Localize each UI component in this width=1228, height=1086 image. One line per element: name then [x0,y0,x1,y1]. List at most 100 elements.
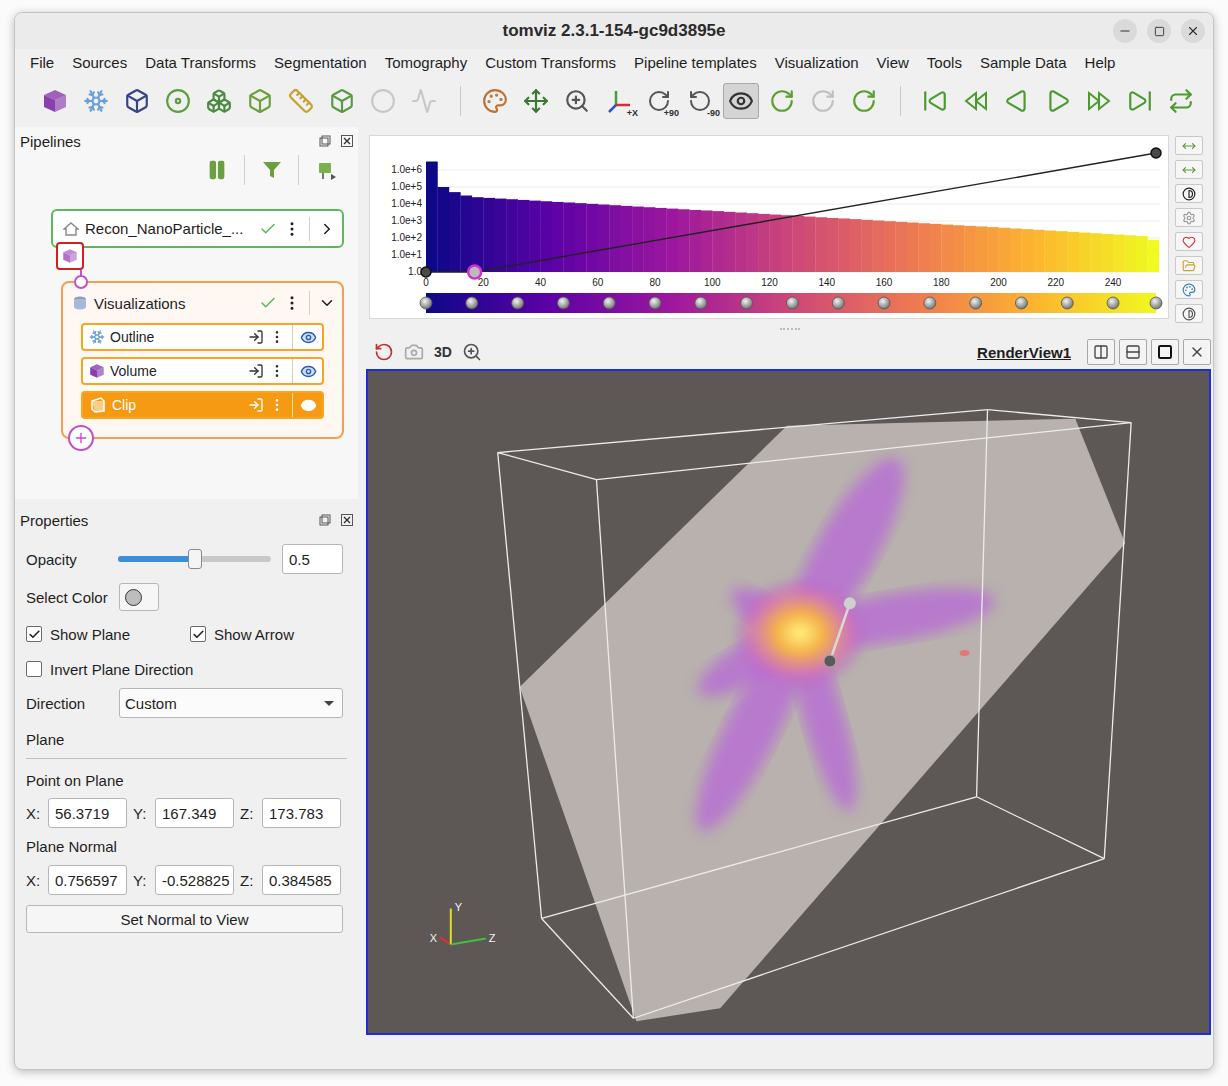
toolbar-button[interactable] [406,83,442,119]
toolbar-button[interactable] [1081,83,1117,119]
maximize-view-button[interactable] [1151,339,1179,365]
color-stop[interactable] [557,297,569,309]
color-stop[interactable] [741,297,753,309]
split-vertical-button[interactable] [1119,339,1147,365]
color-stop[interactable] [786,297,798,309]
color-stop[interactable] [1015,297,1027,309]
color-button[interactable] [119,583,159,611]
tool-button[interactable] [1175,256,1203,275]
opacity-point[interactable] [1151,148,1161,158]
menu-icon[interactable] [283,294,301,312]
chevron-icon[interactable] [318,220,336,238]
toolbar-button[interactable] [201,83,237,119]
vector-input[interactable]: 167.349 [155,798,234,828]
color-stop[interactable] [603,297,615,309]
color-stop[interactable] [1150,297,1162,309]
menu-item[interactable]: Sources [63,52,136,73]
toolbar-button[interactable]: +90 [641,83,677,119]
opacity-point[interactable] [468,266,481,279]
toolbar-button[interactable] [365,83,401,119]
opacity-input[interactable]: 0.5 [282,544,343,574]
menu-item[interactable]: Segmentation [265,52,376,73]
float-icon[interactable] [319,514,331,526]
data-source-node[interactable]: Recon_NanoParticle_... [51,209,344,248]
toolbar-button[interactable] [1163,83,1199,119]
clip-plane[interactable] [520,419,1126,1022]
menu-icon[interactable] [283,220,301,238]
toolbar-button[interactable] [324,83,360,119]
color-stop[interactable] [924,297,936,309]
float-icon[interactable] [319,135,331,147]
tool-button[interactable] [1175,136,1203,155]
menu-item[interactable]: Visualization [766,52,868,73]
opacity-slider[interactable] [118,556,271,562]
toolbar-button[interactable] [846,83,882,119]
maximize-button[interactable] [1147,19,1171,43]
toolbar-button[interactable] [283,83,319,119]
histogram-chart[interactable]: 1.0e+61.0e+51.0e+41.0e+31.0e+21.0e+11.00… [370,136,1168,318]
toolbar-button[interactable] [242,83,278,119]
minimize-button[interactable] [1113,19,1137,43]
close-view-button[interactable] [1183,339,1211,365]
toolbar-button[interactable] [78,83,114,119]
pin-button[interactable] [298,155,352,185]
toolbar-button[interactable] [37,83,73,119]
slider-thumb[interactable] [188,549,202,569]
vector-input[interactable]: 173.783 [262,798,341,828]
add-module-button[interactable] [68,425,94,451]
capture-icon[interactable] [404,342,424,362]
menu-item[interactable]: Custom Transforms [476,52,625,73]
module-item[interactable]: Clip [81,391,324,419]
visibility-icon[interactable] [300,397,317,414]
menu-icon[interactable] [269,397,285,413]
toolbar-button[interactable] [160,83,196,119]
pause-button[interactable] [190,155,244,185]
toolbar-button[interactable] [1040,83,1076,119]
checkbox[interactable]: Invert Plane Direction [26,661,193,678]
toolbar-button[interactable] [805,83,841,119]
module-item[interactable]: Outline [81,323,324,351]
toolbar-button[interactable] [764,83,800,119]
pin-icon[interactable] [315,159,337,181]
color-stop[interactable] [695,297,707,309]
tool-button[interactable] [1175,184,1203,203]
menu-item[interactable]: Pipeline templates [625,52,766,73]
toolbar-button[interactable] [119,83,155,119]
toolbar-button[interactable] [477,83,513,119]
reset-camera-icon[interactable] [374,342,394,362]
toolbar-button[interactable] [723,83,759,119]
visibility-icon[interactable] [300,329,317,346]
render-view[interactable]: XYZ [366,369,1211,1035]
toolbar-button[interactable] [958,83,994,119]
toolbar-button[interactable] [917,83,953,119]
tool-button[interactable] [1175,280,1203,299]
checkbox[interactable]: Show Arrow [190,626,294,643]
toolbar-button[interactable] [518,83,554,119]
checkbox-box[interactable] [190,626,206,642]
filter-icon[interactable] [261,159,283,181]
vector-input[interactable]: 0.384585 [262,865,341,895]
checkbox-box[interactable] [26,661,42,677]
checkbox-box[interactable] [26,626,42,642]
output-icon[interactable] [248,329,264,345]
color-stop[interactable] [1107,297,1119,309]
render-scene[interactable]: XYZ [368,371,1209,1033]
opacity-point[interactable] [421,267,431,277]
toolbar-button[interactable]: -90 [682,83,718,119]
color-stop[interactable] [878,297,890,309]
output-icon[interactable] [248,363,264,379]
vector-input[interactable]: 56.3719 [48,798,127,828]
close-button[interactable] [1181,19,1205,43]
close-icon[interactable] [341,514,353,526]
visibility-icon[interactable] [300,363,317,380]
menu-item[interactable]: Sample Data [971,52,1076,73]
menu-icon[interactable] [269,329,285,345]
close-icon[interactable] [341,135,353,147]
dock-splitter[interactable] [15,499,358,505]
color-stop[interactable] [649,297,661,309]
set-normal-button[interactable]: Set Normal to View [26,905,343,933]
checkbox[interactable]: Show Plane [26,626,190,643]
vector-input[interactable]: -0.528825 [155,865,234,895]
menu-item[interactable]: Tools [918,52,971,73]
splitter[interactable] [358,127,366,1069]
